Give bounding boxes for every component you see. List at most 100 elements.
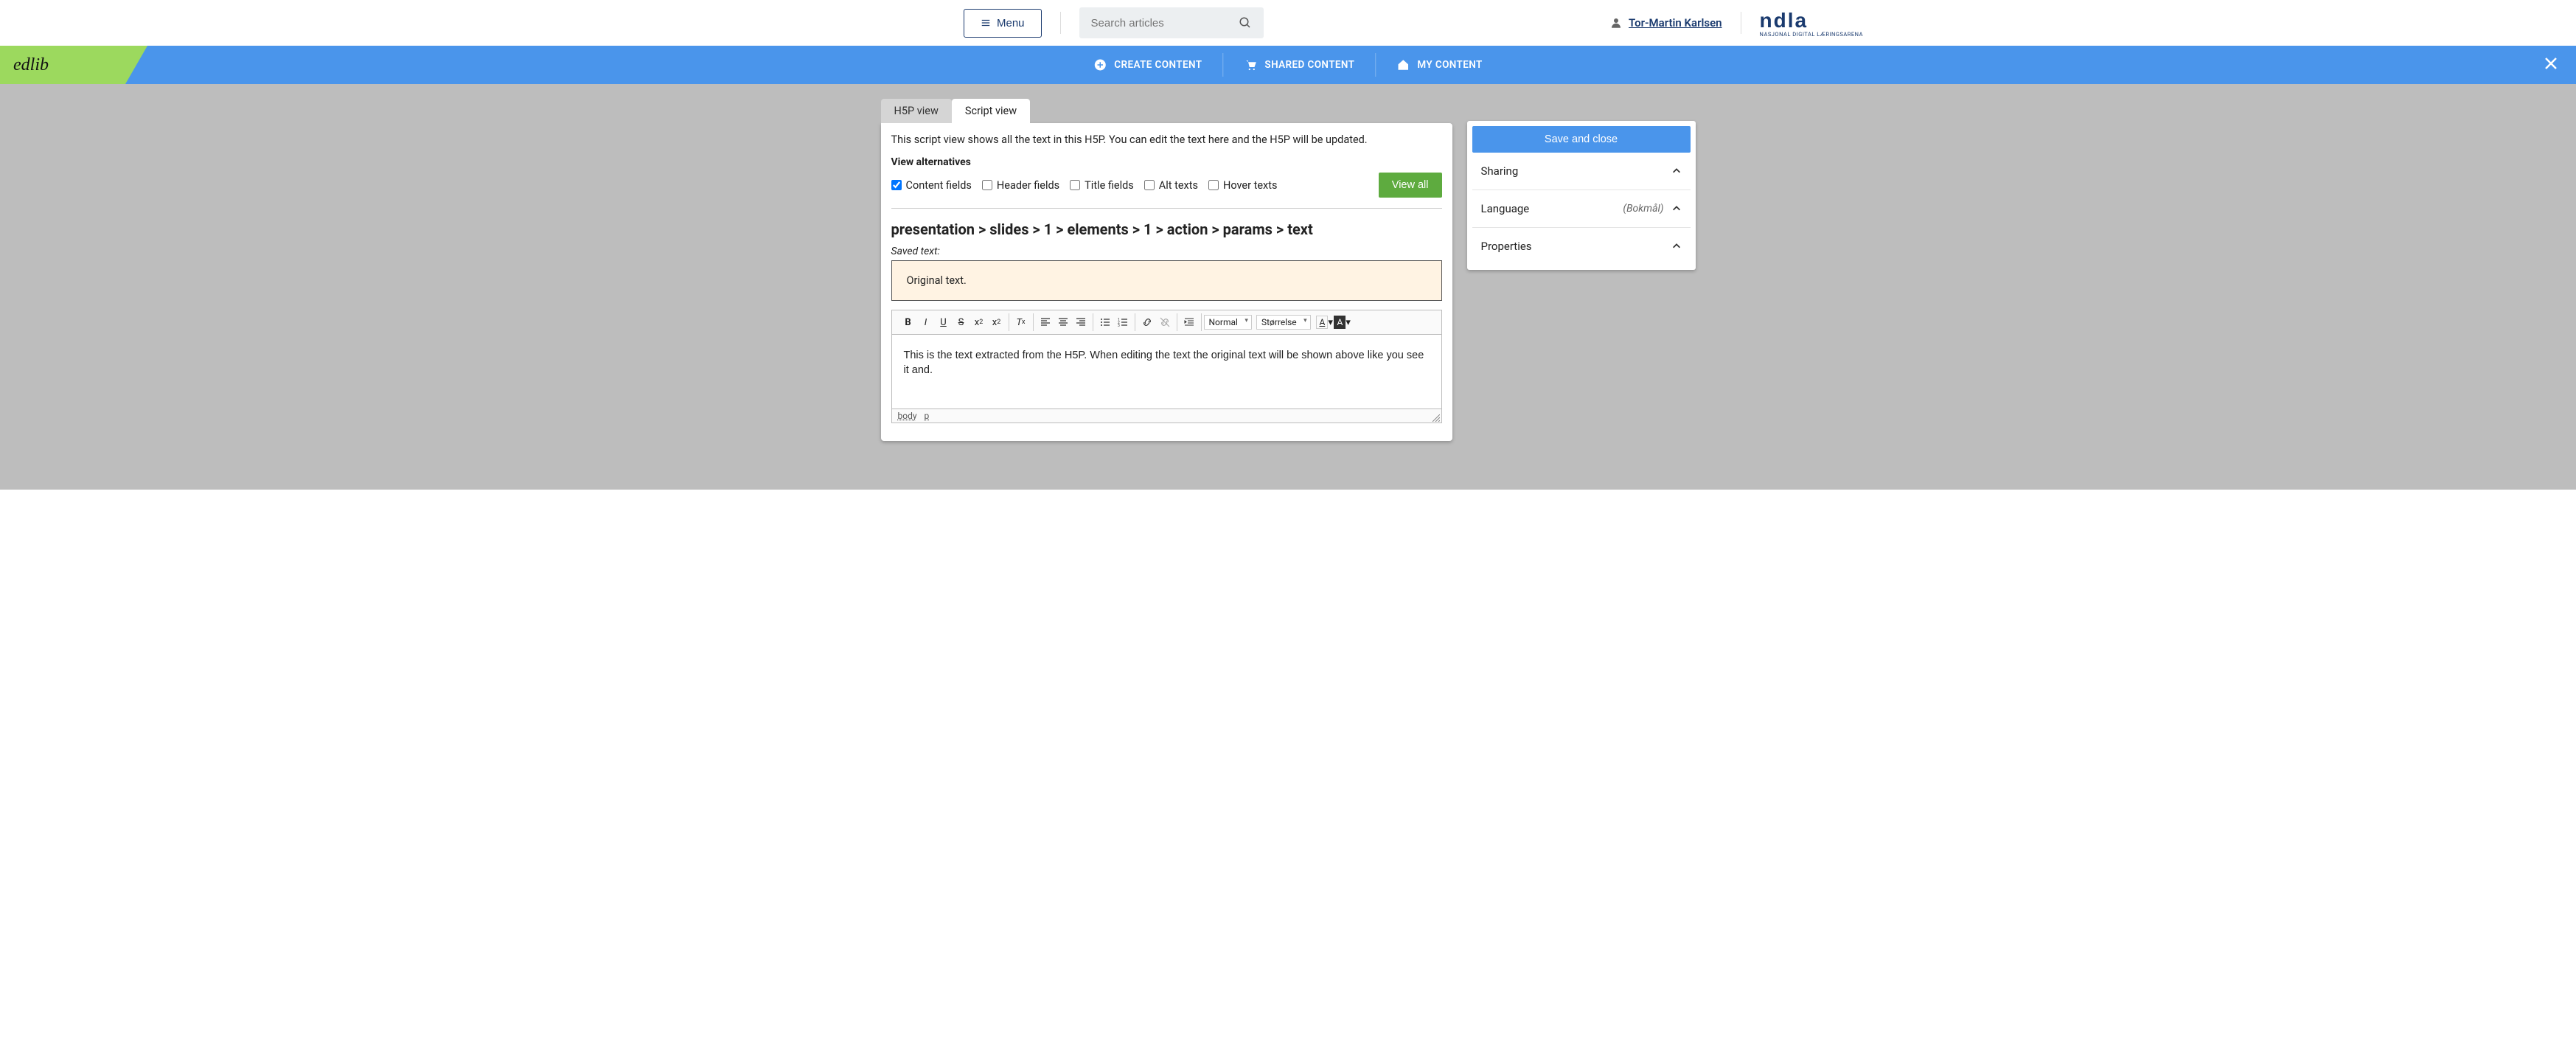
accordion-language[interactable]: Language (Bokmål) — [1472, 190, 1691, 228]
plus-circle-icon — [1093, 58, 1107, 72]
tab-script-view[interactable]: Script view — [952, 99, 1030, 123]
nav-shared-content[interactable]: SHARED CONTENT — [1222, 53, 1375, 77]
user-link[interactable]: Tor-Martin Karlsen — [1609, 16, 1722, 29]
divider — [1060, 12, 1061, 34]
side-panel: Save and close Sharing Language (Bokmål)… — [1467, 121, 1696, 270]
remove-format-button[interactable]: Tx — [1012, 313, 1030, 331]
view-alternatives-row: Content fields Header fields Title field… — [891, 173, 1442, 209]
logo-subtitle: NASJONAL DIGITAL LÆRINGSARENA — [1760, 31, 1863, 38]
saved-text-box: Original text. — [891, 260, 1442, 301]
check-label: Title fields — [1085, 179, 1134, 192]
checkbox-title[interactable] — [1070, 180, 1080, 190]
checkbox-header[interactable] — [982, 180, 992, 190]
accordion-label: Language — [1481, 202, 1530, 215]
close-button[interactable] — [2542, 55, 2560, 75]
text-color-button[interactable]: A▾ — [1316, 313, 1334, 331]
menu-button[interactable]: Menu — [964, 9, 1042, 38]
check-alt-texts[interactable]: Alt texts — [1144, 179, 1198, 192]
rte-resize-handle[interactable] — [1433, 414, 1440, 421]
language-value: (Bokmål) — [1623, 203, 1663, 215]
chevron-up-icon — [1671, 166, 1682, 176]
menu-label: Menu — [997, 17, 1025, 29]
ndla-logo[interactable]: ndla NASJONAL DIGITAL LÆRINGSARENA — [1760, 9, 1863, 38]
chevron-up-icon — [1671, 204, 1682, 214]
bullet-list-button[interactable] — [1096, 313, 1114, 331]
subscript-button[interactable]: x2 — [970, 313, 988, 331]
nav-center: CREATE CONTENT SHARED CONTENT MY CONTENT — [1073, 53, 1503, 77]
tab-h5p-view[interactable]: H5P view — [881, 99, 952, 123]
unlink-button[interactable] — [1156, 313, 1174, 331]
close-icon — [2542, 55, 2560, 72]
nav-my-content[interactable]: MY CONTENT — [1375, 53, 1503, 77]
accordion-sharing[interactable]: Sharing — [1472, 153, 1691, 190]
superscript-button[interactable]: x2 — [988, 313, 1006, 331]
accordion-label: Properties — [1481, 240, 1532, 253]
align-right-button[interactable] — [1072, 313, 1090, 331]
nav-create-content[interactable]: CREATE CONTENT — [1073, 53, 1222, 77]
outdent-button[interactable] — [1180, 313, 1198, 331]
check-label: Header fields — [997, 179, 1059, 192]
intro-text: This script view shows all the text in t… — [891, 133, 1442, 146]
checkbox-content[interactable] — [891, 180, 902, 190]
align-left-button[interactable] — [1037, 313, 1054, 331]
main-area: H5P view Script view This script view sh… — [0, 84, 2576, 490]
checkbox-hover[interactable] — [1208, 180, 1219, 190]
site-header: Menu Tor-Martin Karlsen ndla NASJONAL DI… — [0, 0, 2576, 46]
search-box[interactable] — [1079, 7, 1264, 38]
edlib-text: edlib — [13, 55, 49, 75]
number-list-button[interactable]: 123 — [1114, 313, 1132, 331]
save-and-close-button[interactable]: Save and close — [1472, 126, 1691, 153]
logo-text: ndla — [1760, 9, 1809, 32]
nav-label: MY CONTENT — [1417, 59, 1482, 71]
strike-button[interactable]: S — [953, 313, 970, 331]
checkbox-alt[interactable] — [1144, 180, 1155, 190]
home-icon — [1396, 58, 1410, 72]
rte-path-p[interactable]: p — [925, 411, 930, 421]
italic-button[interactable]: I — [917, 313, 935, 331]
bold-button[interactable]: B — [899, 313, 917, 331]
rte-status-bar: body p — [892, 408, 1441, 423]
check-content-fields[interactable]: Content fields — [891, 179, 972, 192]
align-right-icon — [1075, 316, 1087, 328]
align-center-button[interactable] — [1054, 313, 1072, 331]
rich-text-editor: B I U S x2 x2 Tx — [891, 310, 1442, 423]
nav-label: CREATE CONTENT — [1114, 59, 1202, 71]
view-all-button[interactable]: View all — [1379, 173, 1442, 198]
search-input[interactable] — [1091, 17, 1239, 29]
paragraph-style-select[interactable]: Normal — [1204, 315, 1252, 330]
bullet-list-icon — [1099, 316, 1111, 328]
accordion-properties[interactable]: Properties — [1472, 228, 1691, 265]
editor-wrap: H5P view Script view This script view sh… — [881, 99, 1452, 441]
nav-label: SHARED CONTENT — [1264, 59, 1354, 71]
check-label: Hover texts — [1223, 179, 1278, 192]
link-button[interactable] — [1138, 313, 1156, 331]
check-title-fields[interactable]: Title fields — [1070, 179, 1134, 192]
rte-path-body[interactable]: body — [898, 411, 917, 421]
bg-color-button[interactable]: A▾ — [1334, 313, 1351, 331]
check-label: Content fields — [906, 179, 972, 192]
user-name: Tor-Martin Karlsen — [1629, 16, 1722, 29]
edlib-logo[interactable]: edlib — [0, 46, 147, 84]
link-icon — [1141, 316, 1153, 328]
underline-button[interactable]: U — [935, 313, 953, 331]
view-alternatives-label: View alternatives — [891, 156, 1442, 168]
field-path-heading: presentation > slides > 1 > elements > 1… — [891, 220, 1442, 238]
accordion-label: Sharing — [1481, 164, 1519, 178]
chevron-up-icon — [1671, 241, 1682, 251]
rte-toolbar: B I U S x2 x2 Tx — [892, 310, 1441, 335]
font-size-select[interactable]: Størrelse — [1256, 315, 1311, 330]
tabs: H5P view Script view — [881, 99, 1452, 123]
cart-icon — [1244, 58, 1257, 72]
outdent-icon — [1183, 316, 1195, 328]
unlink-icon — [1159, 316, 1171, 328]
number-list-icon: 123 — [1117, 316, 1129, 328]
search-icon — [1239, 16, 1252, 29]
rte-textarea[interactable]: This is the text extracted from the H5P.… — [892, 335, 1441, 408]
nav-bar: edlib CREATE CONTENT SHARED CONTENT MY C… — [0, 46, 2576, 84]
check-label: Alt texts — [1159, 179, 1198, 192]
check-header-fields[interactable]: Header fields — [982, 179, 1059, 192]
check-hover-texts[interactable]: Hover texts — [1208, 179, 1278, 192]
svg-text:3: 3 — [1118, 324, 1120, 328]
hamburger-icon — [981, 18, 991, 28]
user-icon — [1609, 16, 1623, 29]
